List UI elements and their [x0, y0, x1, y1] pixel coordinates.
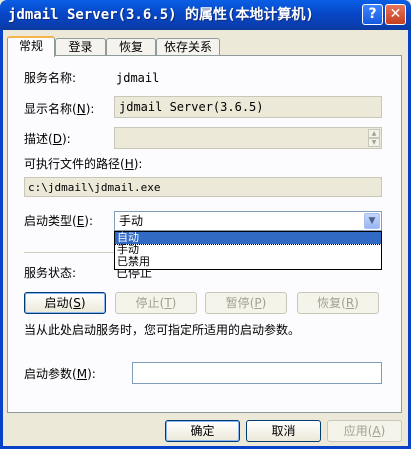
path-value: c:\jdmail\jdmail.exe [28, 181, 161, 194]
option-manual[interactable]: 手动 [115, 244, 381, 256]
tab-recovery[interactable]: 恢复 [106, 38, 156, 56]
option-disabled[interactable]: 已禁用 [115, 256, 381, 268]
cancel-button[interactable]: 取消 [246, 420, 321, 442]
description-field[interactable]: ▲ ▼ [114, 127, 382, 149]
start-params-label: 启动参数(M): [24, 367, 96, 381]
help-button[interactable]: ? [362, 4, 383, 25]
chevron-down-icon[interactable]: ▼ [364, 213, 380, 229]
option-auto[interactable]: 自动 [114, 231, 382, 245]
general-panel: 服务名称: jdmail 显示名称(N): jdmail Server(3.6.… [7, 55, 402, 413]
display-name-value: jdmail Server(3.6.5) [119, 100, 264, 114]
tab-dependencies[interactable]: 依存关系 [156, 38, 220, 56]
tab-general[interactable]: 常规 [7, 36, 55, 57]
close-button[interactable]: ✕ [385, 4, 406, 25]
service-name-label: 服务名称: [24, 71, 77, 85]
startup-type-select[interactable]: 手动 ▼ [114, 211, 382, 231]
title-bar[interactable]: jdmail Server(3.6.5) 的属性(本地计算机) ? ✕ [0, 0, 411, 30]
description-label: 描述(D): [24, 132, 71, 146]
scroll-down-icon[interactable]: ▼ [368, 138, 380, 147]
startup-type-list[interactable]: 自动 手动 已禁用 [114, 231, 382, 270]
start-params-input[interactable] [132, 362, 382, 384]
service-name-value: jdmail [116, 71, 160, 85]
window-title: jdmail Server(3.6.5) 的属性(本地计算机) [8, 7, 314, 23]
startup-type-value: 手动 [119, 214, 144, 228]
apply-button[interactable]: 应用(A) [327, 420, 402, 442]
stop-button[interactable]: 停止(T) [115, 292, 197, 314]
scroll-up-icon[interactable]: ▲ [368, 129, 380, 138]
path-label: 可执行文件的路径(H): [24, 157, 143, 171]
startup-hint: 当从此处启动服务时，您可指定所适用的启动参数。 [24, 323, 301, 337]
path-field: c:\jdmail\jdmail.exe [24, 177, 382, 197]
startup-type-label: 启动类型(E): [24, 214, 94, 228]
start-button[interactable]: 启动(S) [24, 292, 106, 314]
display-name-field[interactable]: jdmail Server(3.6.5) [114, 96, 382, 118]
tab-logon[interactable]: 登录 [55, 38, 106, 56]
display-name-label: 显示名称(N): [24, 102, 95, 116]
ok-button[interactable]: 确定 [165, 420, 240, 442]
service-status-label: 服务状态: [24, 266, 77, 280]
resume-button[interactable]: 恢复(R) [297, 292, 379, 314]
pause-button[interactable]: 暂停(P) [205, 292, 287, 314]
